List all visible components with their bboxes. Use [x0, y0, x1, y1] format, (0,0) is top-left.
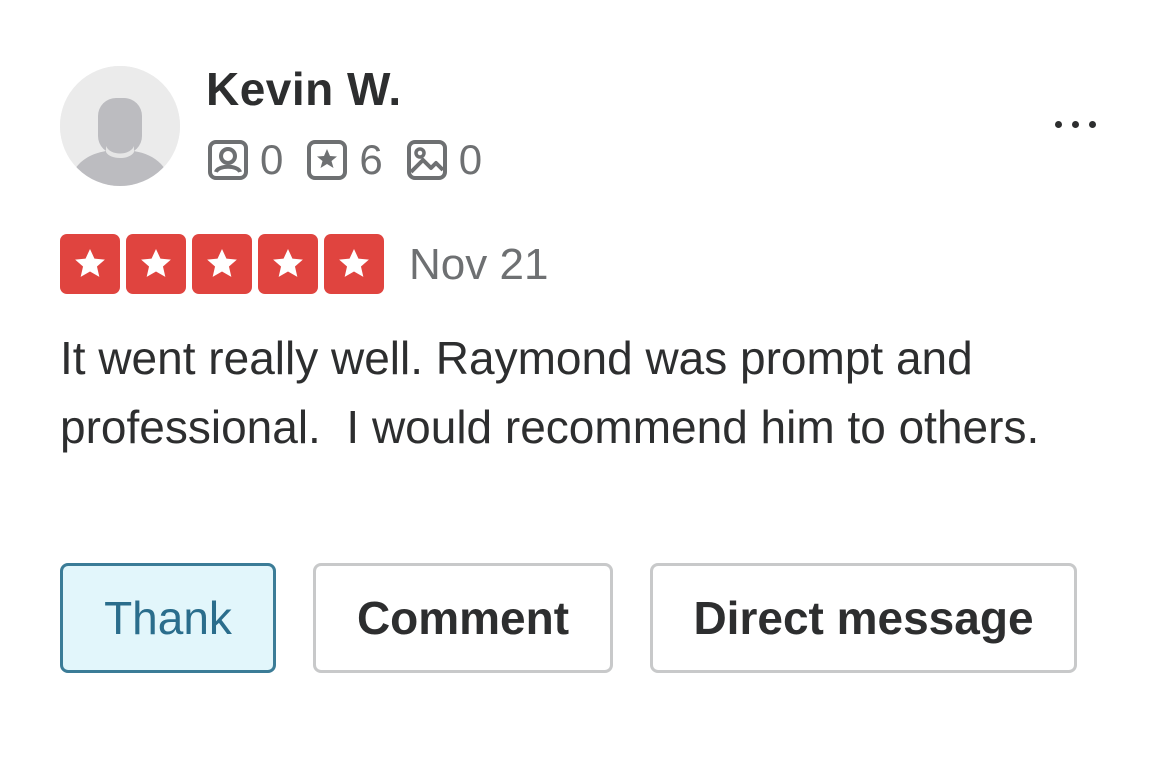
- user-stats: 0 6 0: [206, 136, 504, 184]
- review-date: Nov 21: [409, 240, 549, 289]
- reviews-count: 6: [359, 136, 383, 183]
- friends-count: 0: [260, 136, 284, 183]
- photo-icon: [406, 140, 447, 180]
- star-icon: [126, 234, 186, 294]
- review-actions: Thank Comment Direct message: [60, 563, 1077, 673]
- default-avatar-icon: [60, 66, 180, 186]
- star-rating: [60, 234, 384, 294]
- more-options-button[interactable]: [1040, 104, 1110, 144]
- user-name[interactable]: Kevin W.: [206, 62, 402, 116]
- star-icon: [60, 234, 120, 294]
- star-icon: [192, 234, 252, 294]
- comment-button[interactable]: Comment: [313, 563, 613, 673]
- direct-message-button[interactable]: Direct message: [650, 563, 1077, 673]
- review-star-icon: [307, 140, 348, 180]
- star-icon: [324, 234, 384, 294]
- more-dot-icon: [1071, 120, 1079, 128]
- star-icon: [258, 234, 318, 294]
- friends-stat: 0: [206, 138, 283, 182]
- photos-stat: 0: [405, 138, 482, 182]
- review-text: It went really well. Raymond was prompt …: [60, 332, 1040, 453]
- more-dot-icon: [1088, 120, 1096, 128]
- photos-count: 0: [458, 136, 483, 183]
- more-dot-icon: [1054, 120, 1062, 128]
- friends-icon: [208, 140, 248, 180]
- reviews-stat: 6: [305, 136, 383, 183]
- avatar[interactable]: [60, 66, 180, 186]
- thank-button[interactable]: Thank: [60, 563, 276, 673]
